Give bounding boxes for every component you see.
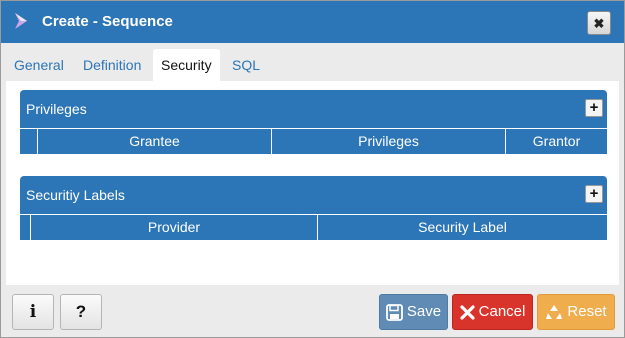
security-labels-header: Securitiy Labels + (20, 176, 607, 214)
reset-label: Reset (567, 303, 607, 321)
tab-definition[interactable]: Definition (75, 49, 149, 81)
column-privileges[interactable]: Privileges (271, 129, 505, 154)
row-control-column (20, 215, 30, 240)
create-sequence-dialog: Create - Sequence ✖ General Definition S… (0, 0, 625, 338)
dialog-titlebar[interactable]: Create - Sequence ✖ (1, 1, 624, 43)
sequence-icon (15, 13, 27, 29)
privileges-header: Privileges + (20, 90, 607, 128)
security-labels-column-header: Provider Security Label (20, 214, 607, 240)
cancel-x-icon (460, 304, 475, 320)
save-label: Save (406, 303, 442, 321)
tab-content-security: Privileges + Grantee Privileges Grantor … (6, 81, 619, 285)
security-labels-panel: Securitiy Labels + Provider Security Lab… (20, 176, 607, 240)
dialog-title: Create - Sequence (42, 13, 173, 30)
privileges-panel: Privileges + Grantee Privileges Grantor (20, 90, 607, 154)
tab-general[interactable]: General (6, 49, 72, 81)
row-control-column (20, 129, 37, 154)
add-security-label-button[interactable]: + (585, 185, 603, 203)
info-button[interactable]: i (12, 294, 54, 330)
column-grantor[interactable]: Grantor (505, 129, 607, 154)
tab-sql[interactable]: SQL (224, 49, 268, 81)
cancel-button[interactable]: Cancel (452, 294, 533, 330)
dialog-footer: i ? Save Cancel Reset (1, 285, 624, 337)
tab-security[interactable]: Security (153, 49, 220, 81)
privileges-title: Privileges (26, 101, 87, 117)
info-icon: i (29, 302, 37, 322)
security-labels-title: Securitiy Labels (26, 187, 125, 203)
column-grantee[interactable]: Grantee (37, 129, 271, 154)
help-icon: ? (75, 302, 87, 321)
save-button[interactable]: Save (379, 294, 448, 330)
privileges-column-header: Grantee Privileges Grantor (20, 128, 607, 154)
column-provider[interactable]: Provider (30, 215, 317, 240)
reset-button[interactable]: Reset (537, 294, 615, 330)
cancel-label: Cancel (478, 303, 526, 321)
close-icon: ✖ (593, 16, 605, 31)
save-icon (385, 303, 403, 321)
recycle-icon (546, 305, 563, 320)
add-privilege-button[interactable]: + (585, 99, 603, 117)
close-button[interactable]: ✖ (587, 11, 611, 35)
help-button[interactable]: ? (60, 294, 102, 330)
tab-bar: General Definition Security SQL (1, 43, 624, 81)
column-security-label[interactable]: Security Label (317, 215, 607, 240)
